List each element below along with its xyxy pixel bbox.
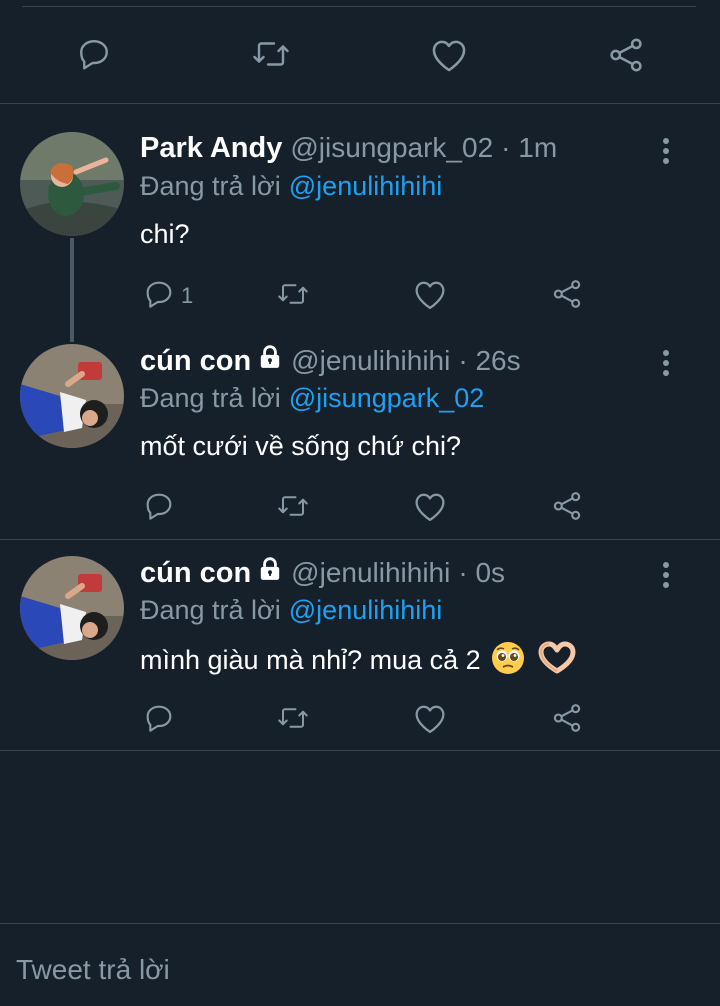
like-icon[interactable] <box>413 491 447 522</box>
avatar[interactable] <box>20 132 124 236</box>
composer-divider <box>0 923 720 924</box>
display-name[interactable]: cún con <box>140 557 251 590</box>
replying-to-label: Đang trả lời <box>140 383 281 413</box>
user-handle[interactable]: @jenulihihihi <box>291 557 450 589</box>
more-options-icon[interactable] <box>656 348 676 378</box>
reply-icon[interactable] <box>143 490 175 522</box>
tweet-text: mốt cưới về sống chứ chi? <box>140 431 461 461</box>
top-divider <box>22 6 696 7</box>
reply-icon[interactable] <box>143 278 175 310</box>
timestamp: · 0s <box>458 557 506 588</box>
like-icon[interactable] <box>413 703 447 734</box>
display-name[interactable]: Park Andy <box>140 132 282 165</box>
reply-icon[interactable] <box>143 702 175 734</box>
like-icon[interactable] <box>413 279 447 310</box>
mention-link[interactable]: @jisungpark_02 <box>289 383 485 414</box>
more-options-icon[interactable] <box>656 560 676 590</box>
divider <box>0 750 720 751</box>
retweet-icon[interactable] <box>275 491 311 521</box>
avatar[interactable] <box>20 556 124 660</box>
timestamp: · 26s <box>458 345 521 376</box>
display-name[interactable]: cún con <box>140 345 251 378</box>
retweet-icon[interactable] <box>275 279 311 309</box>
reply-count: 1 <box>181 283 194 308</box>
reply-composer-input[interactable]: Tweet trả lời <box>16 954 170 986</box>
heart-hands-emoji <box>537 641 577 680</box>
user-handle[interactable]: @jenulihihihi <box>291 345 450 377</box>
mention-link[interactable]: @jenulihihihi <box>289 171 443 202</box>
mention-link[interactable]: @jenulihihihi <box>289 595 443 626</box>
retweet-icon[interactable] <box>275 703 311 733</box>
like-icon[interactable] <box>430 37 468 73</box>
tweet-text: chi? <box>140 219 190 249</box>
user-handle[interactable]: @jisungpark_02 <box>290 132 493 164</box>
reply-icon[interactable] <box>76 36 112 72</box>
tweet-text: mình giàu mà nhỉ? mua cả 2 <box>140 645 481 675</box>
share-icon[interactable] <box>550 278 584 310</box>
retweet-icon[interactable] <box>251 36 291 72</box>
share-icon[interactable] <box>550 702 584 734</box>
more-options-icon[interactable] <box>656 136 676 166</box>
avatar[interactable] <box>20 344 124 448</box>
lock-icon <box>257 344 283 375</box>
lock-icon <box>257 556 283 587</box>
replying-to-label: Đang trả lời <box>140 171 281 201</box>
timestamp: · 1m <box>501 132 558 163</box>
share-icon[interactable] <box>606 36 646 74</box>
divider <box>0 103 720 104</box>
replying-to-label: Đang trả lời <box>140 595 281 625</box>
divider <box>0 539 720 540</box>
pleading-face-emoji <box>491 641 525 680</box>
thread-connector <box>70 238 74 342</box>
share-icon[interactable] <box>550 490 584 522</box>
